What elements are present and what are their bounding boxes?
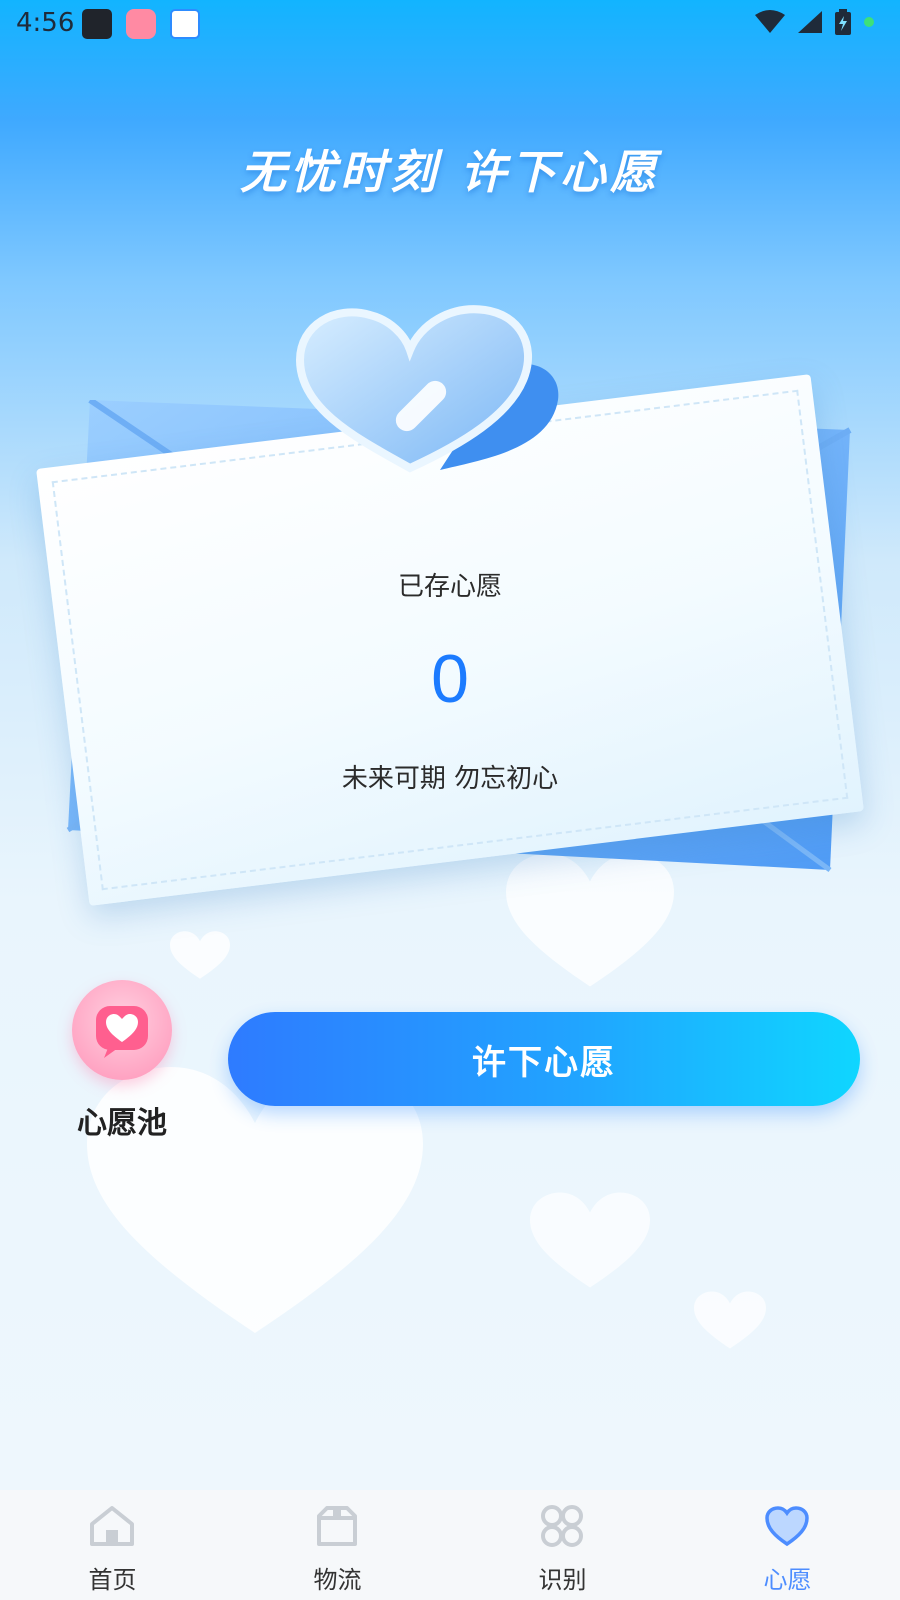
signal-icon [798,11,822,33]
nav-item-wish[interactable]: 心愿 [675,1490,900,1600]
notification-app-icon [82,9,112,39]
wifi-icon [755,10,785,33]
nav-item-home[interactable]: 首页 [0,1490,225,1600]
saved-wishes-label: 已存心愿 [397,572,502,602]
notification-app-icon [126,9,156,39]
nav-label: 识别 [538,1566,587,1594]
home-icon [90,1506,134,1546]
nav-item-recognize[interactable]: 识别 [450,1490,675,1600]
package-icon [317,1506,357,1546]
make-wish-button[interactable]: 许下心愿 [228,1012,860,1106]
background-heart-icon [170,931,230,979]
notification-app-icon [170,9,200,39]
background-heart-icon [530,1192,650,1288]
wish-pool-button[interactable] [72,980,172,1080]
saved-wishes-count: 0 [431,641,469,717]
battery-icon [835,9,851,35]
heart-icon [765,1506,809,1547]
nav-label: 心愿 [763,1566,812,1594]
nav-item-logistics[interactable]: 物流 [225,1490,450,1600]
heart-chat-icon [96,1006,148,1058]
notification-dot-icon [864,17,874,27]
card-slogan: 未来可期 勿忘初心 [341,764,559,794]
bottom-nav: 首页 物流 识别 心愿 [0,1490,900,1600]
background-heart-icon [694,1291,766,1349]
heart-seal-icon [295,305,559,473]
nav-label: 物流 [313,1566,362,1594]
wish-pool-label[interactable]: 心愿池 [70,1098,174,1142]
status-time: 4:56 [16,8,75,38]
status-bar: 4:56 [0,0,900,50]
scan-icon [541,1505,583,1547]
nav-label: 首页 [88,1566,137,1594]
page-title: 无忧时刻 许下心愿 [239,145,660,199]
status-indicators [754,8,876,36]
